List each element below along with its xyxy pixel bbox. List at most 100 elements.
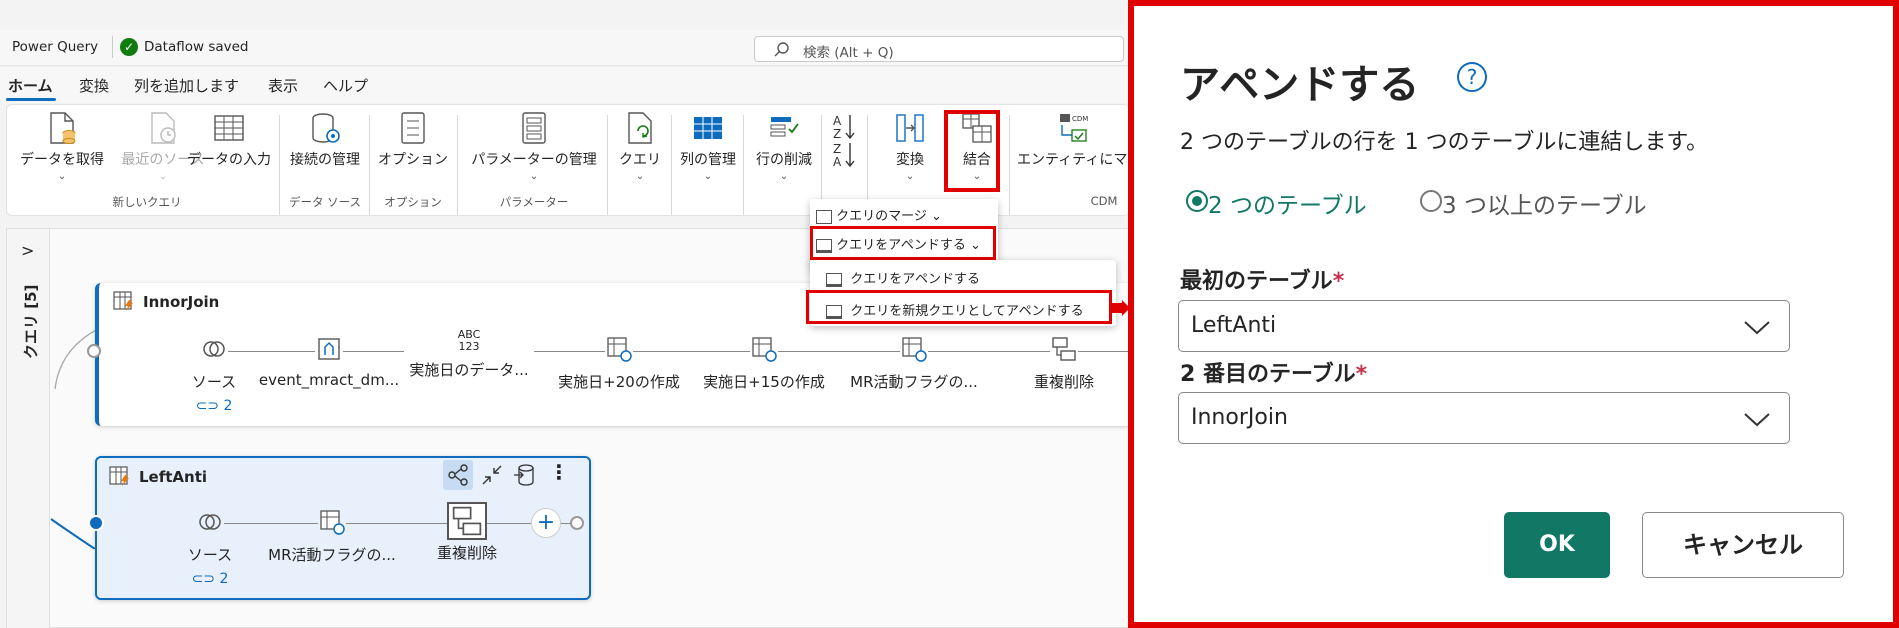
step-source[interactable]: ソース ⊂⊃ 2	[155, 508, 265, 587]
query-label: クエリ	[619, 152, 661, 168]
step-label: MR活動フラグの...	[268, 546, 396, 564]
step-remove-duplicates[interactable]: 重複削除	[422, 502, 512, 563]
chevron-down-icon: ⌄	[703, 171, 713, 182]
transform-label: 変換	[896, 152, 924, 168]
transform-button[interactable]: 変換 ⌄	[873, 111, 947, 182]
query-card-leftanti[interactable]: LeftAnti ⋮ ソース ⊂⊃ 2 MR活動フラグの... 重複削除 +	[88, 456, 591, 600]
table-lightning-icon	[113, 291, 133, 311]
remove-duplicates-icon	[1050, 335, 1078, 363]
radio-button-selected	[1186, 190, 1208, 212]
group-options: オプション	[384, 195, 442, 209]
manage-columns-label: 列の管理	[680, 152, 736, 168]
manage-connections-button[interactable]: 接続の管理	[283, 111, 367, 169]
title-divider	[112, 36, 113, 58]
database-gear-icon	[312, 113, 340, 143]
radio-button	[1420, 190, 1442, 212]
load-button[interactable]	[511, 462, 537, 492]
chevron-down-icon: ⌄	[158, 171, 168, 182]
tab-home[interactable]: ホーム	[8, 75, 53, 96]
step-add-column-15[interactable]: 実施日+15の作成	[699, 335, 829, 392]
append-queries-subitem[interactable]: クエリをアペンドする	[826, 268, 980, 287]
navigation-icon	[315, 335, 343, 363]
link-icon: ⊂⊃	[195, 398, 220, 414]
check-icon: ✓	[120, 38, 138, 56]
cancel-button[interactable]: キャンセル	[1642, 512, 1844, 578]
group-cdm: CDM	[1090, 194, 1118, 208]
step-source[interactable]: ソース ⊂⊃ 2	[159, 335, 269, 414]
options-label: オプション	[378, 152, 448, 168]
map-to-entity-label: エンティティにマ	[1017, 152, 1128, 168]
step-label: 重複削除	[436, 544, 497, 562]
connector-port[interactable]	[87, 344, 101, 358]
link-count[interactable]: ⊂⊃ 2	[155, 571, 265, 587]
connector-port[interactable]	[570, 516, 584, 530]
chevron-down-icon	[1744, 413, 1770, 427]
query-button[interactable]: クエリ ⌄	[611, 111, 669, 182]
ribbon-divider	[743, 115, 744, 215]
svg-text:Z: Z	[833, 142, 841, 156]
options-button[interactable]: オプション	[373, 111, 453, 169]
connector-port[interactable]	[88, 515, 104, 531]
map-to-entity-button[interactable]: CDM エンティティにマ	[1017, 111, 1127, 169]
cdm-icon: CDM	[1060, 114, 1088, 142]
share-button[interactable]	[443, 460, 473, 490]
help-icon[interactable]: ?	[1457, 62, 1487, 92]
sort-button[interactable]: AZ ZA	[825, 111, 865, 171]
step-mr-flag[interactable]: MR活動フラグの...	[257, 508, 407, 565]
ok-button[interactable]: OK	[1504, 512, 1610, 578]
get-data-button[interactable]: データを取得 ⌄	[11, 111, 113, 182]
save-status: Dataflow saved	[144, 39, 249, 55]
remove-duplicates-icon	[452, 506, 482, 536]
app-name: Power Query	[12, 39, 99, 55]
columns-icon	[694, 117, 722, 139]
chevron-down-icon: ⌄	[931, 209, 942, 224]
manage-parameters-button[interactable]: パラメーターの管理 ⌄	[463, 111, 605, 182]
append-new-highlight	[806, 290, 1112, 324]
manage-connections-label: 接続の管理	[290, 152, 360, 168]
second-table-select[interactable]: InnorJoin	[1178, 392, 1790, 444]
step-label: event_mract_dm...	[258, 371, 400, 389]
manage-columns-button[interactable]: 列の管理 ⌄	[671, 111, 745, 182]
enter-data-button[interactable]: データの入力	[187, 111, 271, 169]
power-query-window: Power Query ✓ Dataflow saved 検索 (Alt + Q…	[0, 0, 1130, 628]
chevron-down-icon: ⌄	[905, 171, 915, 182]
selected-step-frame	[447, 502, 487, 540]
queries-panel: > クエリ [5]	[7, 229, 50, 628]
radio-two-label: 2 つのテーブル	[1208, 193, 1367, 219]
reduce-rows-button[interactable]: 行の削減 ⌄	[747, 111, 821, 182]
more-options-icon[interactable]: ⋮	[549, 460, 569, 484]
tab-help[interactable]: ヘルプ	[323, 75, 368, 96]
step-mr-flag[interactable]: MR活動フラグの...	[844, 335, 984, 392]
tab-view[interactable]: 表示	[268, 75, 298, 96]
merge-queries-item[interactable]: クエリのマージ ⌄	[816, 205, 942, 224]
chevron-down-icon: ⌄	[529, 171, 539, 182]
tab-transform[interactable]: 変換	[79, 75, 109, 96]
column-gear-icon	[605, 335, 633, 363]
step-add-column-20[interactable]: 実施日+20の作成	[554, 335, 684, 392]
svg-text:CDM: CDM	[1072, 115, 1088, 123]
table-icon	[214, 115, 244, 141]
step-label: MR活動フラグの...	[850, 373, 978, 391]
required-marker: *	[1355, 362, 1368, 387]
step-remove-duplicates[interactable]: 重複削除	[1019, 335, 1109, 392]
queries-panel-label[interactable]: クエリ [5]	[20, 285, 41, 359]
enter-data-label: データの入力	[187, 152, 271, 168]
menu-bar: ホーム 変換 列を追加します 表示 ヘルプ	[0, 67, 1130, 103]
first-table-select[interactable]: LeftAnti	[1178, 300, 1790, 352]
append-dialog: アペンドする ? 2 つのテーブルの行を 1 つのテーブルに連結します。 2 つ…	[1128, 0, 1899, 628]
add-step-button[interactable]: +	[531, 508, 561, 538]
collapse-button[interactable]	[479, 462, 505, 492]
step-change-type[interactable]: ABC 123 実施日のデータ...	[404, 329, 534, 380]
source-icon	[196, 508, 224, 536]
chevron-down-icon: ⌄	[57, 171, 67, 182]
parameters-icon	[522, 112, 546, 144]
link-count[interactable]: ⊂⊃ 2	[159, 398, 269, 414]
active-tab-indicator	[6, 98, 56, 101]
manage-parameters-label: パラメーターの管理	[471, 152, 597, 168]
search-input[interactable]: 検索 (Alt + Q)	[754, 36, 1124, 62]
table-lightning-icon	[109, 466, 129, 486]
step-navigation[interactable]: event_mract_dm...	[254, 335, 404, 389]
recent-sources-icon	[151, 112, 176, 144]
tab-add-column[interactable]: 列を追加します	[134, 75, 239, 96]
expand-panel-icon[interactable]: >	[21, 241, 34, 260]
